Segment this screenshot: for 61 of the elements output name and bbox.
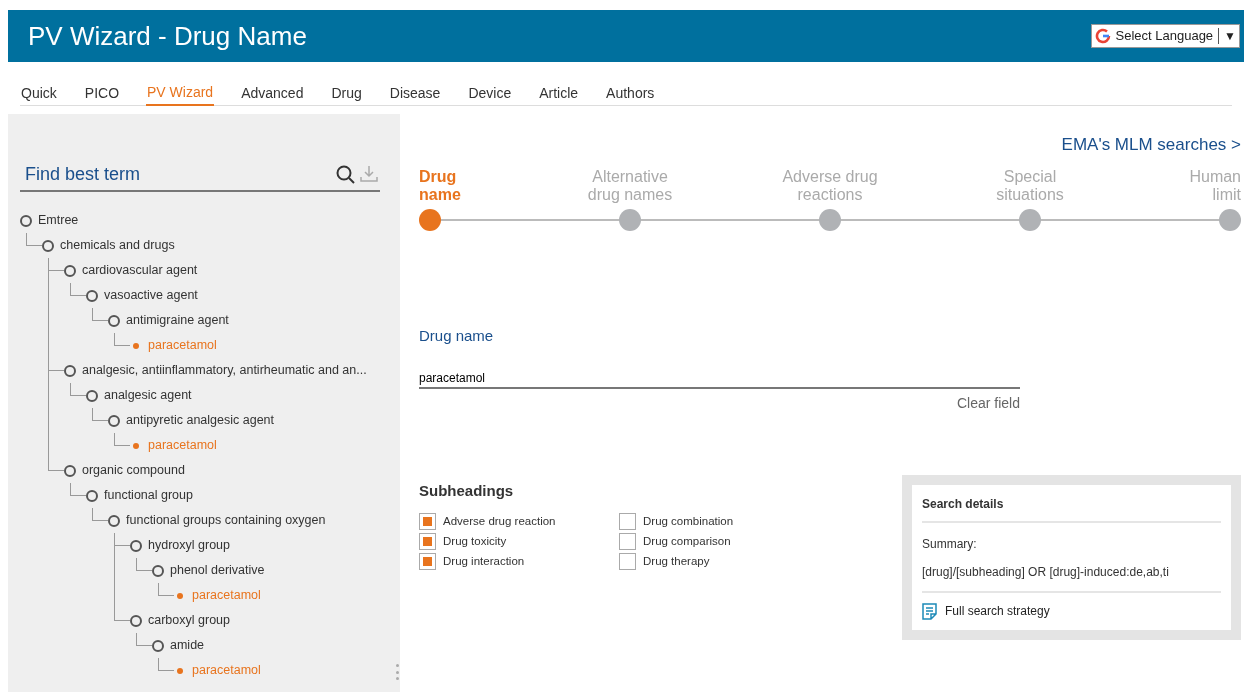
step-label: Special situations	[995, 167, 1065, 204]
tree-item[interactable]: amide	[170, 636, 205, 655]
mlm-searches-link[interactable]: EMA's MLM searches >	[1061, 132, 1241, 158]
checkbox[interactable]	[619, 532, 636, 550]
step-marker[interactable]	[1019, 208, 1041, 231]
document-icon	[922, 602, 937, 620]
panel-title: Search details	[922, 495, 1221, 523]
search-field[interactable]: Find best term	[25, 160, 305, 188]
step-marker[interactable]	[819, 208, 841, 231]
tree-item[interactable]: antipyretic analgesic agent	[126, 411, 274, 430]
drug-name-field[interactable]: paracetamol	[419, 369, 1020, 389]
tree-item[interactable]: analgesic, antiinflammatory, antirheumatic and an...	[82, 361, 367, 380]
tree-item[interactable]: functional groups containing oxygen	[126, 511, 326, 530]
checkbox[interactable]	[619, 512, 636, 530]
tree-item[interactable]: phenol derivative	[170, 561, 265, 580]
nav-tab[interactable]: PICO	[83, 80, 121, 106]
tree-item[interactable]: hydroxyl group	[148, 536, 230, 555]
checkbox[interactable]	[419, 532, 436, 550]
tree-item[interactable]: cardiovascular agent	[82, 261, 198, 280]
clear-field-link[interactable]: Clear field	[956, 393, 1020, 414]
step-marker[interactable]	[419, 208, 441, 231]
step-marker[interactable]	[1219, 208, 1241, 231]
page-title: PV Wizard - Drug Name	[28, 19, 307, 53]
checkbox-label: Drug interaction	[443, 554, 525, 569]
full-search-strategy-link[interactable]: Full search strategy	[922, 602, 1221, 620]
google-icon	[1094, 28, 1111, 44]
nav-tab[interactable]: Drug	[330, 80, 363, 106]
step-label: Adverse drug reactions	[781, 167, 879, 204]
checkbox[interactable]	[619, 553, 636, 571]
language-select[interactable]: Select Language ▼	[1090, 24, 1240, 48]
summary-text: [drug]/[subheading] OR [drug]-induced:de,ab,ti	[922, 563, 1221, 593]
checkbox-label: Drug toxicity	[443, 533, 507, 549]
step-marker[interactable]	[619, 208, 641, 231]
checkbox[interactable]	[419, 512, 436, 530]
tree-item[interactable]: analgesic agent	[104, 386, 192, 405]
checkbox[interactable]	[419, 553, 436, 571]
tree-item[interactable]: functional group	[104, 486, 193, 505]
tree-item[interactable]: Emtree	[38, 211, 79, 230]
tree-item[interactable]: organic compound	[82, 461, 185, 480]
checkbox-label: Drug therapy	[643, 554, 710, 569]
nav-tab[interactable]: Advanced	[240, 80, 305, 106]
nav-tab[interactable]: Quick	[20, 80, 58, 106]
nav-tab[interactable]: Device	[467, 80, 513, 106]
tree-item[interactable]: antimigraine agent	[126, 311, 229, 330]
field-label: Drug name	[419, 325, 495, 346]
nav-tab[interactable]: Authors	[605, 80, 656, 106]
step-label: Alternative drug names	[586, 167, 674, 204]
step-label: Drug name	[419, 167, 462, 204]
tree-item[interactable]: chemicals and drugs	[60, 236, 175, 255]
checkbox-label: Drug combination	[643, 513, 734, 529]
tree-item[interactable]: vasoactive agent	[104, 286, 198, 305]
search-icon[interactable]	[336, 164, 356, 184]
checkbox-label: Drug comparison	[643, 533, 731, 549]
checkbox-label: Adverse drug reaction	[443, 513, 556, 529]
resize-handle[interactable]	[396, 664, 400, 680]
summary-label: Summary:	[922, 536, 978, 553]
nav-tab[interactable]: Article	[538, 80, 580, 106]
nav-tab[interactable]: Disease	[388, 80, 442, 106]
section-heading: Subheadings	[419, 481, 515, 501]
step-label: Human limit	[1188, 167, 1241, 204]
tree-item[interactable]: carboxyl group	[148, 611, 230, 630]
